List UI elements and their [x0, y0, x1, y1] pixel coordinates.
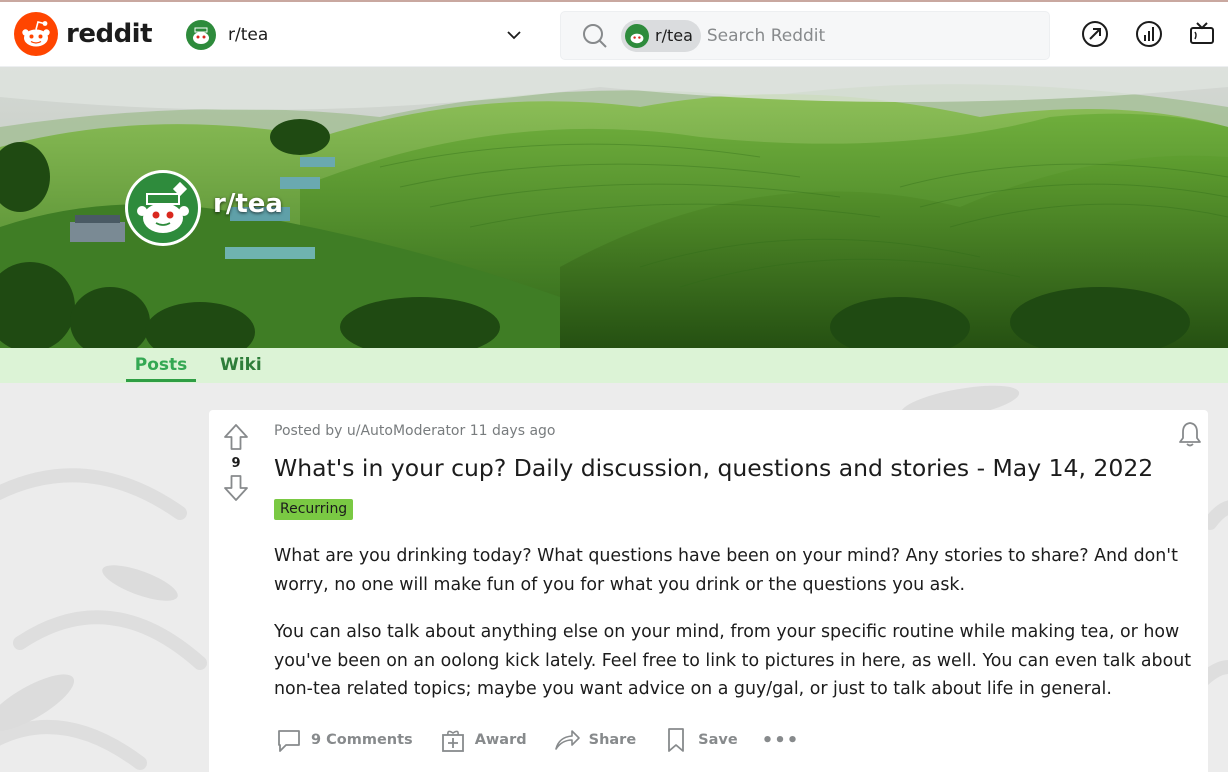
popular-button[interactable]: [1079, 18, 1111, 50]
chevron-down-icon: [507, 31, 521, 40]
live-tv-button[interactable]: [1186, 18, 1218, 50]
vote-column: 9: [209, 410, 263, 772]
bell-icon[interactable]: [1176, 420, 1204, 448]
tab-posts[interactable]: Posts: [126, 355, 196, 375]
downvote-icon: [224, 475, 248, 501]
award-button[interactable]: Award: [439, 726, 527, 754]
post-flair[interactable]: Recurring: [274, 499, 354, 520]
downvote-button[interactable]: [221, 473, 251, 503]
more-options-button[interactable]: •••: [762, 730, 800, 751]
comments-label: 9 Comments: [311, 732, 413, 748]
subreddit-tabs: Posts Wiki: [0, 348, 1228, 383]
reddit-logo-icon: [14, 12, 58, 56]
upvote-icon: [224, 424, 248, 450]
post-meta[interactable]: Posted by u/AutoModerator 11 days ago: [274, 423, 556, 439]
post-title[interactable]: What's in your cup? Daily discussion, qu…: [274, 454, 1153, 482]
brand-name: reddit: [66, 19, 153, 49]
subreddit-title: r/tea: [213, 189, 283, 219]
reddit-home-link[interactable]: reddit: [14, 12, 153, 56]
upvote-button[interactable]: [221, 422, 251, 452]
share-label: Share: [588, 732, 637, 748]
top-header: reddit r/tea r/tea: [0, 0, 1228, 67]
save-icon: [668, 728, 685, 752]
post-body: What are you drinking today? What questi…: [274, 542, 1194, 723]
award-icon: [441, 730, 464, 752]
subreddit-avatar: [125, 170, 201, 246]
vote-score: 9: [231, 456, 241, 471]
share-button[interactable]: Share: [553, 726, 637, 754]
award-label: Award: [474, 732, 527, 748]
search-input[interactable]: [706, 25, 1007, 46]
active-tab-indicator: [126, 379, 196, 382]
tv-icon: [1190, 22, 1214, 44]
popular-icon: [1082, 21, 1108, 47]
comment-icon: [278, 730, 300, 752]
comments-button[interactable]: 9 Comments: [275, 726, 413, 754]
stats-icon: [1136, 21, 1162, 47]
community-avatar: [186, 20, 216, 50]
search-icon: [583, 23, 607, 48]
community-selector-label: r/tea: [228, 25, 269, 45]
search-bar[interactable]: r/tea: [560, 11, 1050, 60]
save-button[interactable]: Save: [662, 726, 738, 754]
post-paragraph: You can also talk about anything else on…: [274, 622, 1192, 700]
post-card[interactable]: 9 Posted by u/AutoModerator 11 days ago …: [209, 410, 1208, 772]
save-label: Save: [698, 732, 738, 748]
post-actions: 9 Comments Award Share Save •••: [275, 724, 799, 756]
share-icon: [554, 730, 580, 750]
post-paragraph: What are you drinking today? What questi…: [274, 546, 1178, 595]
search-scope-chip[interactable]: r/tea: [621, 19, 701, 52]
search-scope-label: r/tea: [655, 26, 693, 45]
community-selector[interactable]: r/tea: [178, 12, 530, 58]
tab-wiki[interactable]: Wiki: [220, 355, 262, 375]
stats-button[interactable]: [1133, 18, 1165, 50]
community-avatar: [625, 23, 649, 48]
subreddit-banner: r/tea: [0, 67, 1228, 348]
